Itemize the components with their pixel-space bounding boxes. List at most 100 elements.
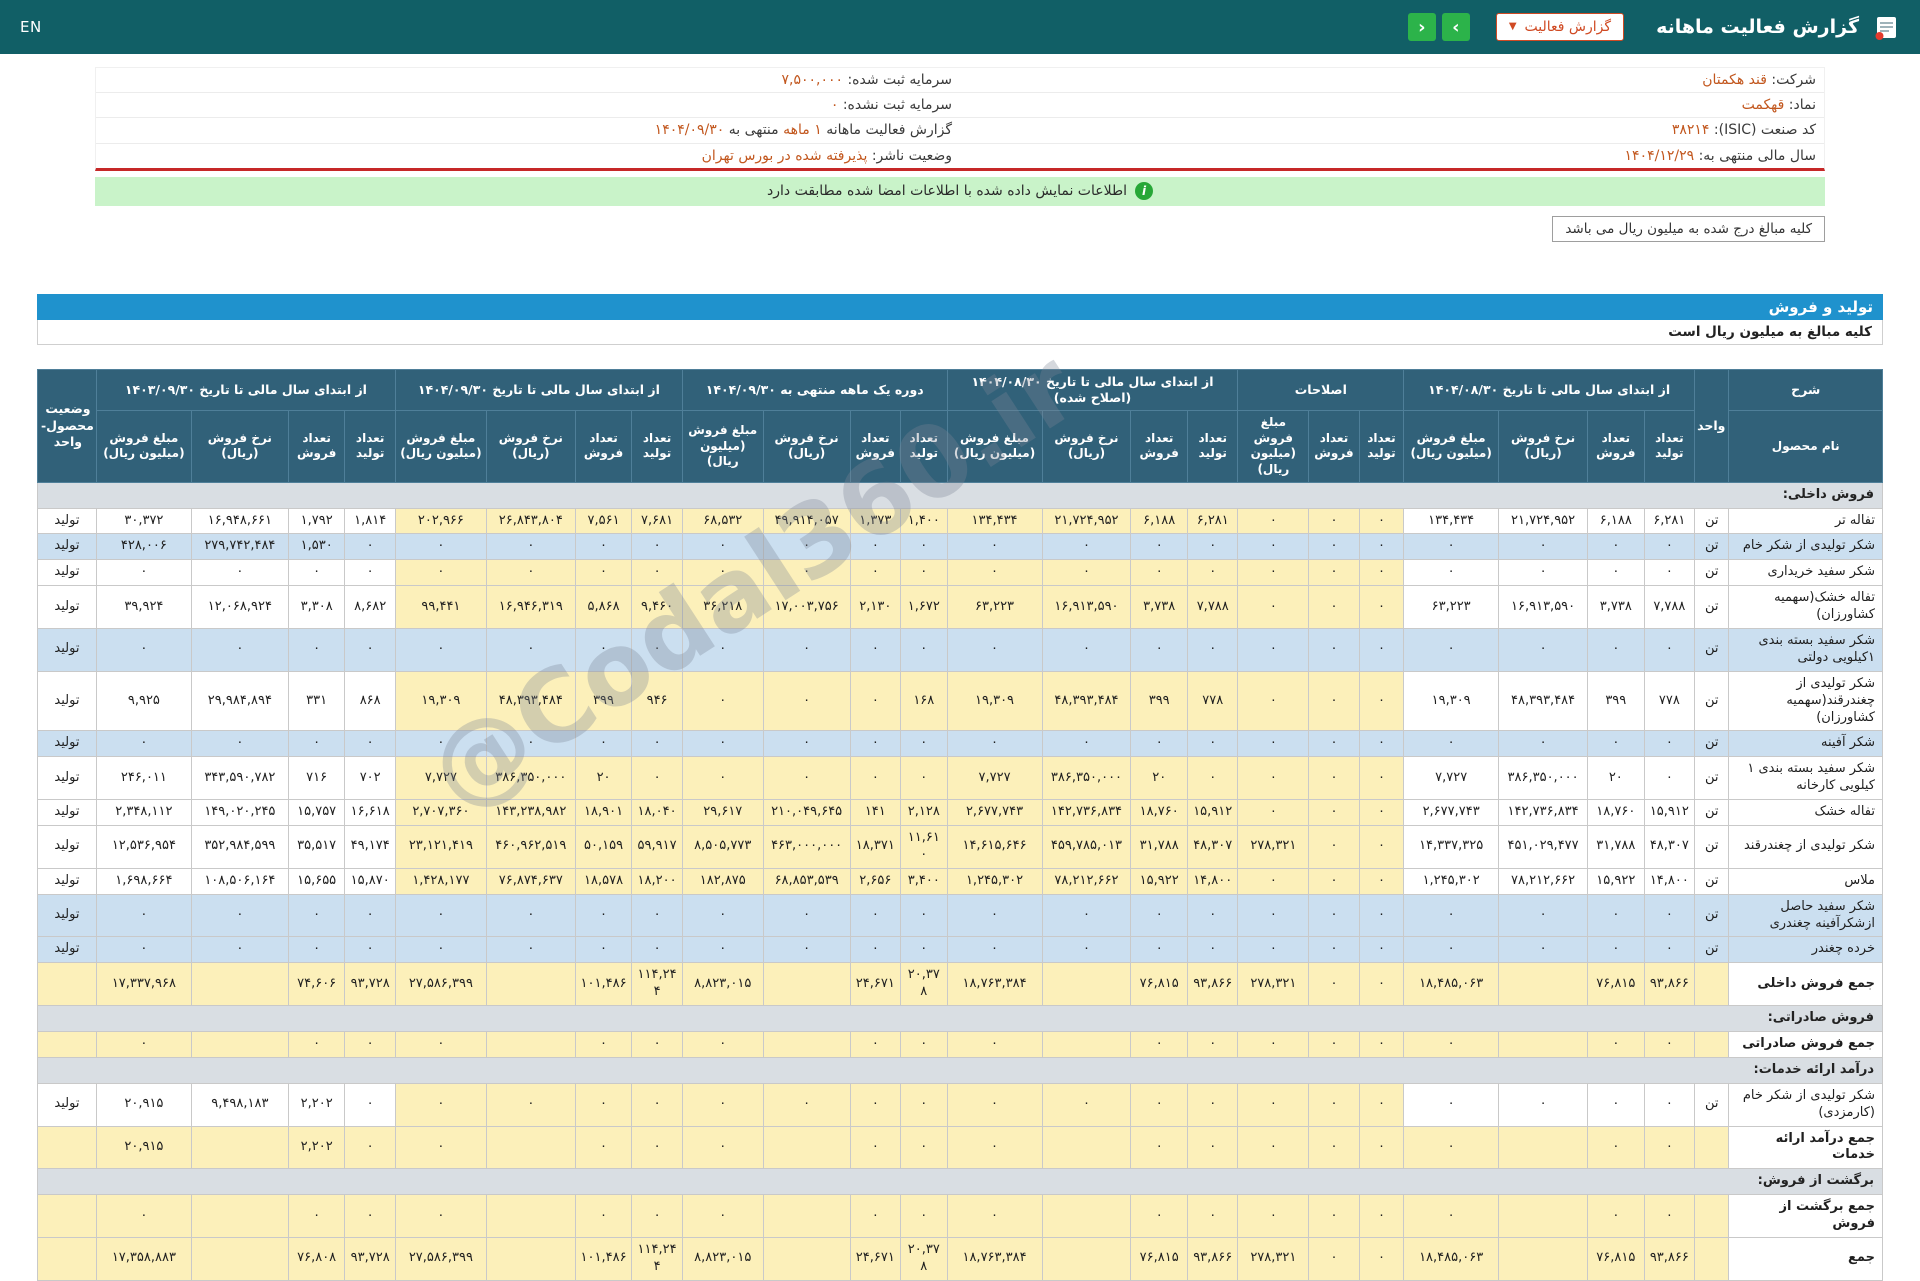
value-cell: ۳۵,۵۱۷ (287, 824, 346, 869)
value-cell: ۷۶,۸۱۵ (1130, 1237, 1188, 1281)
value-cell: ۲۰,۳۷۸ (900, 1237, 948, 1281)
unit-cell (1694, 1125, 1730, 1170)
value-cell: ۲۷,۵۸۶,۳۹۹ (394, 1237, 487, 1281)
header-subcolumn: مبلغ فروش (میلیون ریال) (681, 410, 764, 483)
company-value: قند هکمتان (1702, 72, 1767, 88)
value-cell: ۰ (95, 730, 192, 758)
nav-left-button[interactable]: ‹ (1407, 13, 1436, 41)
value-cell: ۰ (631, 730, 683, 758)
value-cell: ۰ (1041, 627, 1132, 672)
company-info-table: شرکت: قند هکمتان سرمایه ثبت شده: ۷,۵۰۰,۰… (95, 67, 1825, 171)
value-cell (485, 962, 576, 1007)
top-bar: گزارش فعالیت ماهانه گزارش فعالیت ▼ › ‹ E… (0, 0, 1920, 54)
value-cell: ۷,۵۶۱ (574, 507, 633, 535)
value-cell: ۰ (485, 730, 576, 758)
value-cell: ۰ (1186, 1031, 1239, 1058)
value-cell: ۰ (849, 627, 902, 672)
value-cell: ۹۴۶ (631, 670, 683, 732)
value-cell: ۱۸,۲۰۰ (631, 867, 683, 895)
value-cell: ۱,۴۰۰ (900, 507, 948, 535)
value-cell: ۰ (1403, 559, 1500, 587)
adjustment-cell: ۰ (1237, 756, 1310, 801)
value-cell: ۷,۷۸۸ (1186, 585, 1239, 629)
value-cell: ۰ (849, 893, 902, 938)
value-cell: ۲۷,۵۸۶,۳۹۹ (394, 962, 487, 1007)
product-name-cell: جمع برگشت از فروش (1728, 1194, 1883, 1239)
value-cell: ۰ (287, 1031, 346, 1058)
unit-cell: تن (1694, 1082, 1730, 1127)
value-cell: ۰ (631, 1082, 683, 1127)
product-status-cell: تولید (37, 893, 97, 938)
header-subcolumn: نرخ فروش (ریال) (1498, 410, 1589, 483)
value-cell: ۹۳,۷۲۸ (344, 1237, 396, 1281)
header-subcolumn: تعداد فروش (849, 410, 902, 483)
product-name-cell: شکر سفید بسته بندی ۱ کیلویی کارخانه (1728, 756, 1883, 801)
header-subcolumn: تعداد تولید (631, 410, 683, 483)
value-cell (1498, 1031, 1589, 1058)
value-cell: ۰ (287, 559, 346, 587)
adjustment-cell: ۰ (1308, 559, 1360, 587)
nav-right-button[interactable]: › (1441, 13, 1470, 41)
header-subcolumn: مبلغ فروش (میلیون ریال) (394, 410, 487, 483)
value-cell: ۳,۷۳۸ (1587, 585, 1645, 629)
value-cell: ۰ (681, 893, 764, 938)
value-cell: ۲۴۶,۰۱۱ (95, 756, 192, 801)
header-subcolumn: تعداد فروش (1308, 410, 1360, 483)
language-toggle[interactable]: EN (20, 18, 42, 36)
value-cell (762, 1125, 851, 1170)
section-label: درآمد ارائه خدمات: (37, 1056, 1883, 1084)
adjustment-cell: ۰ (1358, 670, 1405, 732)
unit-cell: تن (1694, 799, 1730, 826)
value-cell: ۰ (344, 1125, 396, 1170)
value-cell: ۰ (95, 893, 192, 938)
adjustment-cell: ۰ (1308, 936, 1360, 964)
value-cell: ۰ (287, 730, 346, 758)
value-cell: ۰ (1130, 1031, 1188, 1058)
value-cell: ۰ (900, 893, 948, 938)
value-cell: ۳۹,۹۲۴ (95, 585, 192, 629)
value-cell: ۰ (1041, 533, 1132, 561)
value-cell: ۰ (394, 1082, 487, 1127)
value-cell: ۰ (849, 756, 902, 801)
product-name-cell: جمع فروش داخلی (1728, 962, 1883, 1007)
product-name-cell: شکر سفید خریداری (1728, 559, 1883, 587)
value-cell: ۰ (1186, 893, 1239, 938)
value-cell: ۰ (849, 533, 902, 561)
value-cell: ۱۸,۴۸۵,۰۶۳ (1403, 962, 1500, 1007)
value-cell: ۱۴,۶۱۵,۶۴۶ (946, 824, 1043, 869)
value-cell: ۰ (849, 559, 902, 587)
value-cell: ۶۸,۵۳۲ (681, 507, 764, 535)
unit-cell: تن (1694, 756, 1730, 801)
value-cell: ۱۹,۳۰۹ (394, 670, 487, 732)
value-cell: ۰ (190, 936, 289, 964)
value-cell: ۴۲۸,۰۰۶ (95, 533, 192, 561)
section-label: برگشت از فروش: (37, 1168, 1883, 1196)
value-cell: ۰ (344, 1194, 396, 1239)
value-cell: ۰ (574, 533, 633, 561)
adjustment-cell: ۰ (1358, 585, 1405, 629)
report-type-dropdown[interactable]: گزارش فعالیت ▼ (1495, 13, 1625, 41)
value-cell: ۰ (1498, 893, 1589, 938)
value-cell (762, 962, 851, 1007)
value-cell: ۰ (574, 1125, 633, 1170)
value-cell: ۰ (344, 1082, 396, 1127)
value-cell: ۳,۳۰۸ (287, 585, 346, 629)
value-cell: ۰ (631, 893, 683, 938)
product-status-cell: تولید (37, 507, 97, 535)
section-label: فروش صادراتی: (37, 1005, 1883, 1032)
value-cell: ۰ (1498, 627, 1589, 672)
adjustment-cell: ۰ (1308, 824, 1360, 869)
value-cell: ۲۰ (574, 756, 633, 801)
value-cell: ۰ (946, 1194, 1043, 1239)
value-cell: ۷۶,۸۷۴,۶۳۷ (485, 867, 576, 895)
unit-cell: تن (1694, 730, 1730, 758)
unit-cell: تن (1694, 559, 1730, 587)
value-cell: ۲۹,۹۸۴,۸۹۴ (190, 670, 289, 732)
header-subcolumn: مبلغ فروش (میلیون ریال) (95, 410, 192, 483)
value-cell: ۰ (394, 936, 487, 964)
value-cell: ۰ (762, 730, 851, 758)
value-cell: ۱,۶۷۲ (900, 585, 948, 629)
value-cell: ۱۲,۵۳۶,۹۵۴ (95, 824, 192, 869)
value-cell: ۰ (485, 559, 576, 587)
value-cell: ۰ (1403, 1194, 1500, 1239)
